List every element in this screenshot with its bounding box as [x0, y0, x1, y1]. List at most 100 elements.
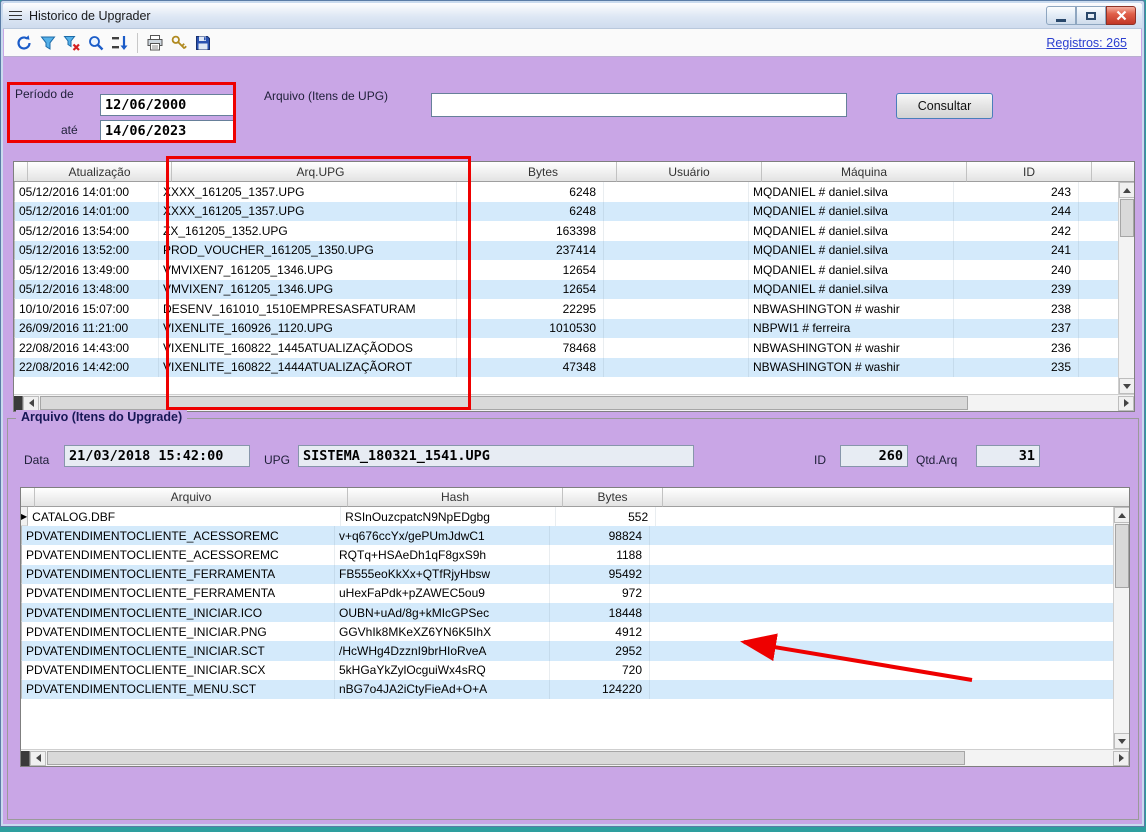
col-header-arquivo[interactable]: Arquivo — [35, 488, 348, 507]
refresh-button[interactable] — [12, 31, 36, 55]
cell-hash: uHexFaPdk+pZAWEC5ou9 — [335, 584, 550, 603]
col-header-bytes[interactable]: Bytes — [470, 162, 617, 182]
cell-atualizacao: 05/12/2016 13:48:00 — [15, 280, 159, 300]
cell-bytes: 552 — [556, 507, 656, 526]
col-header-hash[interactable]: Hash — [348, 488, 563, 507]
cell-hash: v+q676ccYx/gePUmJdwC1 — [335, 526, 550, 545]
cell-filler — [1079, 358, 1118, 378]
titlebar[interactable]: Historico de Upgrader — [3, 3, 1142, 29]
cell-arquivo: PDVATENDIMENTOCLIENTE_INICIAR.ICO — [22, 603, 335, 622]
maximize-button[interactable] — [1076, 6, 1106, 25]
table-row[interactable]: PDVATENDIMENTOCLIENTE_INICIAR.SCX 5kHGaY… — [21, 661, 1113, 680]
cell-bytes: 4912 — [550, 622, 650, 641]
scroll-right-button[interactable] — [1118, 396, 1134, 411]
search-icon — [87, 34, 105, 52]
cell-filler — [650, 565, 1113, 584]
cell-bytes: 12654 — [457, 280, 604, 300]
table-row[interactable]: 05/12/2016 14:01:00 XXXX_161205_1357.UPG… — [14, 182, 1118, 202]
cell-bytes: 78468 — [457, 338, 604, 358]
main-grid-hscrollbar[interactable] — [14, 394, 1134, 411]
table-row[interactable]: ▶ CATALOG.DBF RSInOuzcpatcN9NpEDgbg 552 — [21, 507, 1113, 526]
window-controls — [1046, 6, 1136, 25]
qtd-arq-label: Qtd.Arq — [916, 453, 957, 467]
cell-arq-upg: VMVIXEN7_161205_1346.UPG — [159, 260, 457, 280]
table-row[interactable]: 05/12/2016 13:54:00 ZX_161205_1352.UPG 1… — [14, 221, 1118, 241]
table-row[interactable]: PDVATENDIMENTOCLIENTE_INICIAR.PNG GGVhIk… — [21, 622, 1113, 641]
table-row[interactable]: 05/12/2016 14:01:00 XXXX_161205_1357.UPG… — [14, 202, 1118, 222]
col-header-id[interactable]: ID — [967, 162, 1092, 182]
table-row[interactable]: 22/08/2016 14:43:00 VIXENLITE_160822_144… — [14, 338, 1118, 358]
arrow-down-icon — [1118, 739, 1126, 744]
row-selector[interactable]: ▶ — [21, 507, 28, 526]
consultar-button[interactable]: Consultar — [896, 93, 993, 119]
grid-splitter[interactable] — [14, 396, 23, 411]
data-label: Data — [24, 453, 49, 467]
table-row[interactable]: PDVATENDIMENTOCLIENTE_INICIAR.SCT /HcWHg… — [21, 641, 1113, 660]
search-button[interactable] — [84, 31, 108, 55]
table-row[interactable]: 05/12/2016 13:52:00 PROD_VOUCHER_161205_… — [14, 241, 1118, 261]
table-row[interactable]: 05/12/2016 13:49:00 VMVIXEN7_161205_1346… — [14, 260, 1118, 280]
table-row[interactable]: 22/08/2016 14:42:00 VIXENLITE_160822_144… — [14, 358, 1118, 378]
filter-button[interactable] — [36, 31, 60, 55]
scroll-up-button[interactable] — [1114, 507, 1130, 523]
hscroll-thumb[interactable] — [40, 396, 968, 410]
scroll-right-button[interactable] — [1113, 751, 1129, 766]
hscroll-track[interactable] — [46, 751, 1113, 766]
scroll-up-button[interactable] — [1119, 182, 1135, 198]
main-grid-body: 05/12/2016 14:01:00 XXXX_161205_1357.UPG… — [14, 182, 1118, 394]
registros-link[interactable]: Registros: 265 — [1046, 36, 1127, 50]
cell-filler — [650, 545, 1113, 564]
ate-input[interactable] — [100, 120, 234, 142]
scroll-left-button[interactable] — [30, 751, 46, 766]
key-button[interactable] — [167, 31, 191, 55]
cell-bytes: 12654 — [457, 260, 604, 280]
table-row[interactable]: PDVATENDIMENTOCLIENTE_INICIAR.ICO OUBN+u… — [21, 603, 1113, 622]
grid-splitter[interactable] — [21, 751, 30, 766]
col-header-atualizacao[interactable]: Atualização — [28, 162, 172, 182]
cell-arquivo: PDVATENDIMENTOCLIENTE_FERRAMENTA — [22, 584, 335, 603]
window-menu-icon[interactable] — [9, 10, 23, 22]
col-header-maquina[interactable]: Máquina — [762, 162, 967, 182]
clear-filter-button[interactable] — [60, 31, 84, 55]
arquivo-filtro-input[interactable] — [431, 93, 847, 117]
cell-filler — [1079, 319, 1118, 339]
cell-id: 242 — [954, 221, 1079, 241]
cell-filler — [650, 584, 1113, 603]
table-row[interactable]: 10/10/2016 15:07:00 DESENV_161010_1510EM… — [14, 299, 1118, 319]
close-button[interactable] — [1106, 6, 1136, 25]
table-row[interactable]: PDVATENDIMENTOCLIENTE_FERRAMENTA FB555eo… — [21, 565, 1113, 584]
scroll-left-button[interactable] — [23, 396, 39, 411]
cell-hash: FB555eoKkXx+QTfRjyHbsw — [335, 565, 550, 584]
table-row[interactable]: PDVATENDIMENTOCLIENTE_FERRAMENTA uHexFaP… — [21, 584, 1113, 603]
vscroll-thumb[interactable] — [1120, 199, 1134, 237]
cell-bytes: 2952 — [550, 641, 650, 660]
hscroll-track[interactable] — [39, 396, 1118, 411]
cell-maquina: NBWASHINGTON # washir — [749, 358, 954, 378]
detail-grid-hscrollbar[interactable] — [21, 749, 1129, 766]
scroll-down-button[interactable] — [1119, 378, 1135, 394]
table-row[interactable]: PDVATENDIMENTOCLIENTE_ACESSOREMC RQTq+HS… — [21, 545, 1113, 564]
cell-filler — [1079, 338, 1118, 358]
periodo-de-input[interactable] — [100, 94, 234, 116]
arrow-up-icon — [1118, 513, 1126, 518]
filter-clear-icon — [63, 34, 81, 52]
print-button[interactable] — [143, 31, 167, 55]
sort-button[interactable] — [108, 31, 132, 55]
col-header-usuario[interactable]: Usuário — [617, 162, 762, 182]
cell-hash: GGVhIk8MKeXZ6YN6K5IhX — [335, 622, 550, 641]
scroll-down-button[interactable] — [1114, 733, 1130, 749]
main-grid-vscrollbar[interactable] — [1118, 182, 1134, 394]
vscroll-thumb[interactable] — [1115, 524, 1129, 588]
cell-arq-upg: VMVIXEN7_161205_1346.UPG — [159, 280, 457, 300]
table-row[interactable]: 26/09/2016 11:21:00 VIXENLITE_160926_112… — [14, 319, 1118, 339]
hscroll-thumb[interactable] — [47, 751, 965, 765]
save-button[interactable] — [191, 31, 215, 55]
detail-grid-vscrollbar[interactable] — [1113, 507, 1129, 749]
table-row[interactable]: PDVATENDIMENTOCLIENTE_MENU.SCT nBG7o4JA2… — [21, 680, 1113, 699]
minimize-button[interactable] — [1046, 6, 1076, 25]
bottom-edge-strip — [0, 827, 1146, 832]
col-header-arq-upg[interactable]: Arq.UPG — [172, 162, 470, 182]
col-header-bytes[interactable]: Bytes — [563, 488, 663, 507]
table-row[interactable]: 05/12/2016 13:48:00 VMVIXEN7_161205_1346… — [14, 280, 1118, 300]
table-row[interactable]: PDVATENDIMENTOCLIENTE_ACESSOREMC v+q676c… — [21, 526, 1113, 545]
